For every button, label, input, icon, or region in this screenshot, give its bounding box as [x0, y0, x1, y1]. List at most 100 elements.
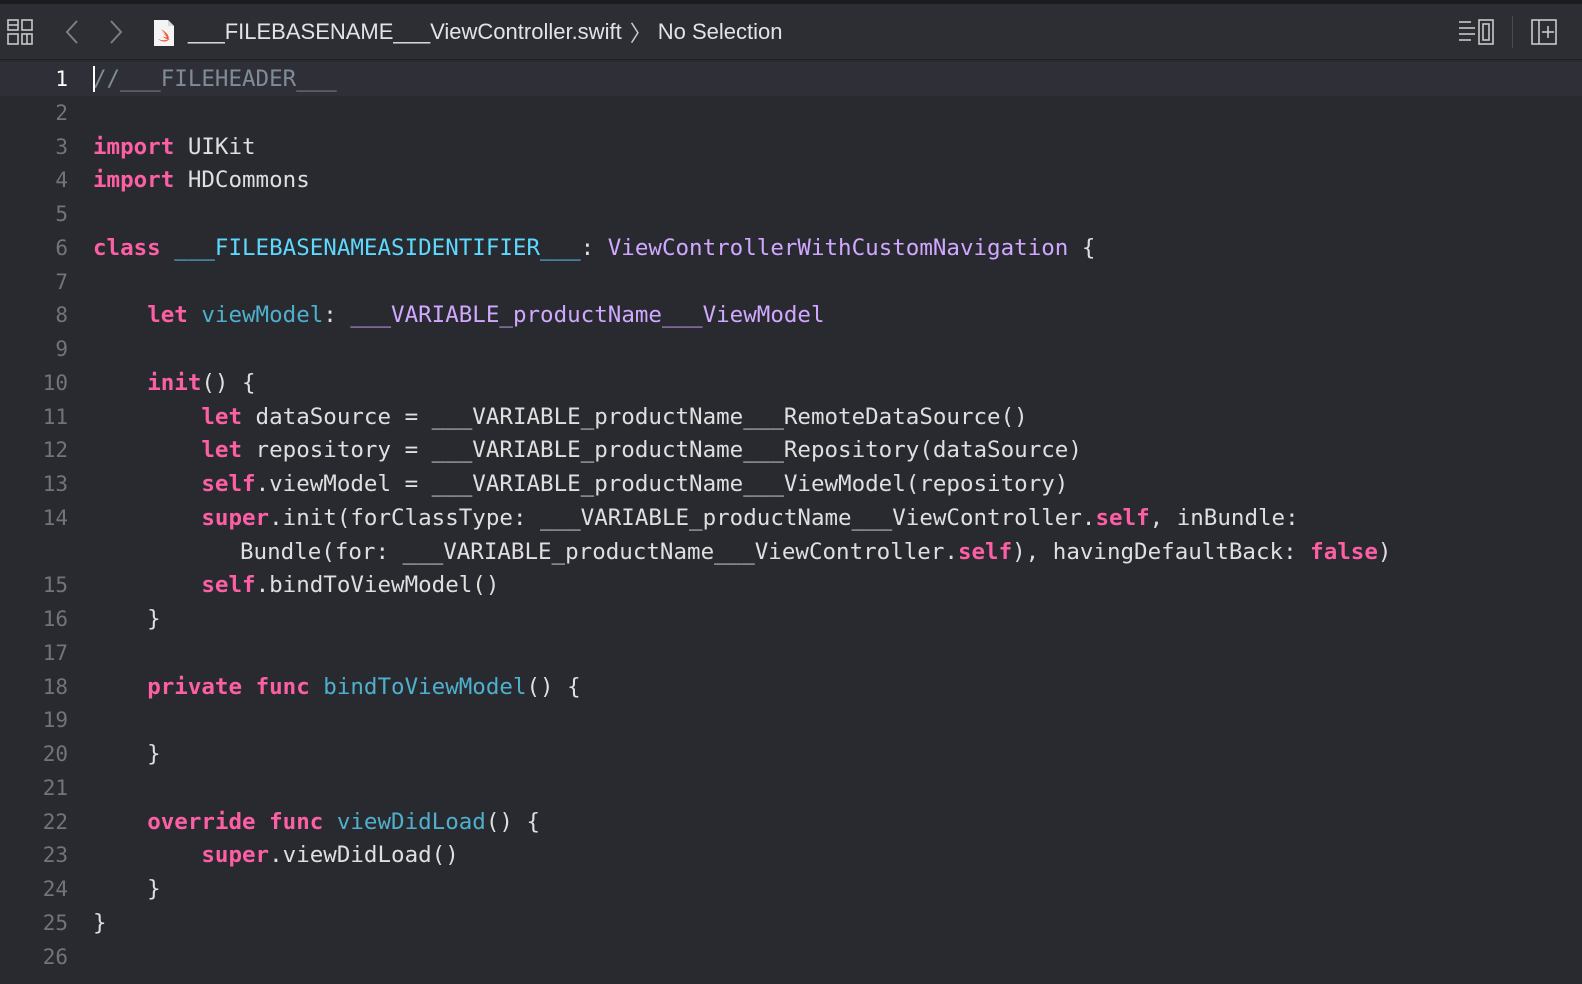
line-number: 19: [42, 708, 68, 733]
code-line[interactable]: 24 }: [0, 872, 1582, 906]
code-token: {: [1068, 234, 1096, 261]
code-token: .viewModel = ___VARIABLE_productName___V…: [255, 471, 1069, 497]
code-token: bindToViewModel: [323, 673, 527, 700]
code-line[interactable]: 4 import HDCommons: [0, 163, 1582, 197]
code-token: repository = ___VARIABLE_productName___R…: [242, 437, 1082, 464]
code-line[interactable]: 13 self.viewModel = ___VARIABLE_productN…: [0, 467, 1582, 501]
code-token: () {: [526, 673, 581, 700]
code-token: HDCommons: [174, 167, 310, 194]
line-number: 20: [42, 742, 68, 766]
code-line[interactable]: 12 let repository = ___VARIABLE_productN…: [0, 433, 1582, 467]
code-token: ___VARIABLE_productName___ViewModel: [350, 302, 825, 329]
line-number: 18: [42, 674, 68, 699]
line-number: 13: [42, 472, 68, 496]
code-token: () {: [485, 808, 541, 835]
code-token: .bindToViewModel(): [255, 572, 500, 599]
code-token: super: [201, 504, 270, 531]
code-line[interactable]: 21: [0, 771, 1582, 805]
code-token: () {: [201, 369, 256, 396]
code-line[interactable]: 19: [0, 703, 1582, 737]
code-line[interactable]: 11 let dataSource = ___VARIABLE_productN…: [0, 400, 1582, 434]
code-text: let dataSource = ___VARIABLE_productName…: [93, 400, 1028, 434]
code-token: viewModel: [201, 302, 324, 329]
code-text: let viewModel: ___VARIABLE_productName__…: [93, 298, 825, 332]
code-line[interactable]: 20 }: [0, 737, 1582, 771]
code-token: Bundle(for: ___VARIABLE_productName___Vi…: [240, 538, 958, 565]
line-number: 14: [42, 505, 68, 530]
code-text: private func bindToViewModel() {: [93, 670, 581, 704]
code-token: import: [93, 167, 175, 194]
code-line[interactable]: 1 //___FILEHEADER___: [0, 62, 1582, 96]
code-text: self.viewModel = ___VARIABLE_productName…: [93, 467, 1068, 501]
line-number: 26: [42, 944, 68, 969]
code-line[interactable]: 2: [0, 96, 1582, 130]
code-line[interactable]: 26: [0, 940, 1582, 974]
code-token: self: [201, 471, 256, 497]
code-token: ): [1377, 538, 1392, 565]
code-token: :: [580, 234, 608, 261]
code-token: self: [957, 538, 1013, 565]
code-text: super.init(forClassType: ___VARIABLE_pro…: [93, 501, 1298, 535]
code-editor[interactable]: 1//___FILEHEADER___ 2 3 import UIKit 4 import…: [0, 61, 1582, 984]
code-line[interactable]: 5: [0, 197, 1582, 231]
line-number: 11: [42, 404, 68, 429]
code-line[interactable]: 14 super.init(forClassType: ___VARIABLE_…: [0, 501, 1582, 535]
text-cursor: [93, 66, 95, 92]
code-line[interactable]: 6 class ___FILEBASENAMEASIDENTIFIER___: V…: [0, 231, 1582, 265]
line-number: 1: [55, 67, 68, 91]
code-line[interactable]: 16 }: [0, 602, 1582, 636]
code-line[interactable]: 23 super.viewDidLoad(): [0, 838, 1582, 872]
code-text: Bundle(for: ___VARIABLE_productName___Vi…: [240, 535, 1391, 569]
line-number: 7: [55, 269, 68, 294]
code-line[interactable]: 7: [0, 265, 1582, 299]
code-token: viewDidLoad: [336, 808, 486, 835]
code-token: func: [269, 808, 324, 835]
line-number: 2: [55, 100, 68, 125]
code-line[interactable]: 22 override func viewDidLoad() {: [0, 805, 1582, 839]
code-text: super.viewDidLoad(): [93, 838, 459, 872]
line-number: 17: [42, 640, 68, 665]
code-line[interactable]: 3 import UIKit: [0, 130, 1582, 164]
code-line[interactable]: 18 private func bindToViewModel() {: [0, 670, 1582, 704]
code-token: class: [93, 234, 161, 261]
swift-file-icon: [152, 19, 176, 47]
code-token: super: [201, 842, 270, 869]
code-line-continuation[interactable]: Bundle(for: ___VARIABLE_productName___Vi…: [0, 535, 1582, 569]
forward-chevron-icon[interactable]: [102, 4, 130, 60]
code-token: let: [201, 403, 243, 430]
code-line[interactable]: 17: [0, 636, 1582, 670]
code-token: ), havingDefaultBack:: [1012, 538, 1311, 565]
code-line[interactable]: 15 self.bindToViewModel(): [0, 568, 1582, 602]
code-token: }: [93, 741, 161, 767]
code-token: self: [201, 572, 256, 599]
editor-options-icon[interactable]: [1456, 4, 1496, 60]
code-token: override: [147, 808, 256, 835]
code-text: self.bindToViewModel(): [93, 568, 499, 602]
grid-icon[interactable]: [4, 4, 36, 60]
code-text: }: [93, 906, 107, 940]
breadcrumb-selection[interactable]: No Selection: [658, 19, 783, 45]
code-token: .viewDidLoad(): [269, 842, 459, 869]
code-token: dataSource = ___VARIABLE_productName___R…: [242, 403, 1028, 430]
line-number: 8: [55, 303, 68, 328]
line-number: 23: [42, 843, 68, 868]
back-chevron-icon[interactable]: [58, 4, 86, 60]
line-number: 21: [42, 775, 68, 800]
code-line[interactable]: 9: [0, 332, 1582, 366]
code-line[interactable]: 10 init() {: [0, 366, 1582, 400]
code-token: let: [201, 437, 243, 464]
editor-jump-bar: ___FILEBASENAME___ViewController.swift 〉…: [0, 4, 1582, 60]
code-token: let: [147, 302, 188, 329]
breadcrumb-file[interactable]: ___FILEBASENAME___ViewController.swift: [188, 19, 622, 45]
code-line[interactable]: 25}: [0, 906, 1582, 940]
breadcrumb: ___FILEBASENAME___ViewController.swift 〉…: [188, 4, 782, 60]
code-line[interactable]: 8 let viewModel: ___VARIABLE_productName…: [0, 298, 1582, 332]
add-editor-icon[interactable]: [1528, 4, 1560, 60]
